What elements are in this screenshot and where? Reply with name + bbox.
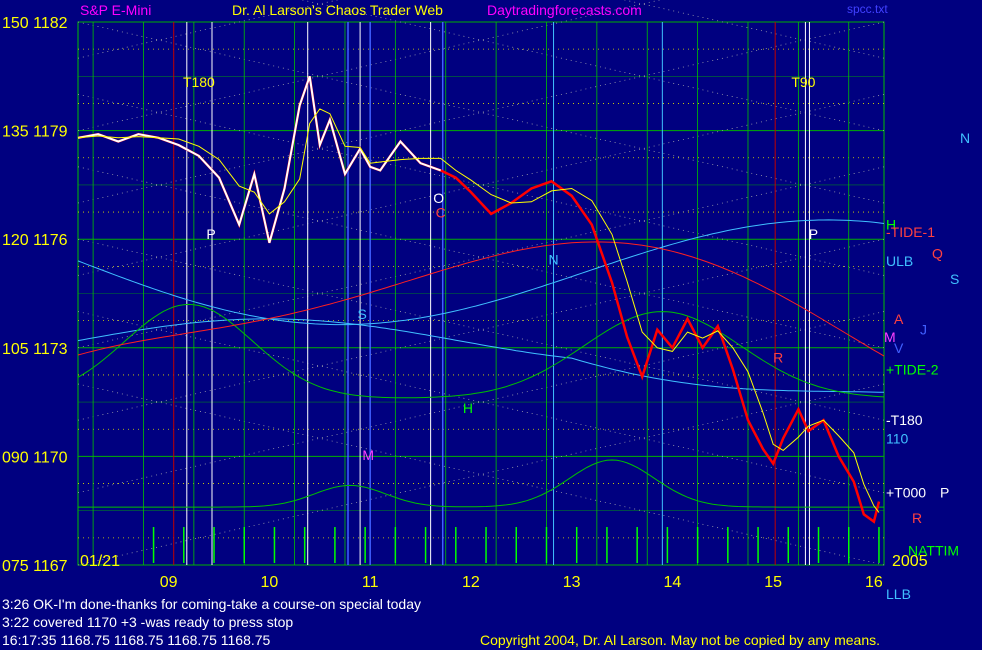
x-tick-label: 11 (362, 574, 379, 591)
x-tick-label: 12 (462, 574, 480, 591)
level-label: 110 (886, 430, 909, 446)
y-tick-label: 120 1176 (2, 232, 68, 249)
price-chart: 150 1182 135 1179 120 1176 105 1173 090 1170… (2, 0, 970, 602)
moving-average-line (77, 108, 880, 513)
x-tick-label: 10 (261, 574, 279, 591)
level-label: +T000 (886, 485, 926, 501)
red-cycle-curve (77, 241, 885, 357)
x-tick-label: 13 (563, 574, 581, 591)
inline-label: N (548, 252, 558, 268)
site-link[interactable]: Daytradingforecasts.com (487, 2, 642, 18)
level-label: +TIDE-2 (886, 362, 939, 378)
copyright-text: Copyright 2004, Dr. Al Larson. May not b… (480, 632, 881, 648)
level-label: J (920, 322, 927, 338)
level-label: LLB (886, 586, 911, 602)
x-tick-label: 15 (764, 574, 782, 591)
y-tick-label: 135 1179 (2, 124, 68, 141)
y-tick-label: 105 1173 (2, 341, 68, 358)
message-3: 16:17:35 1168.75 1168.75 1168.75 1168.75 (2, 632, 271, 648)
diagonal-line (77, 0, 662, 131)
level-label: A (894, 311, 904, 327)
level-label: R (912, 510, 922, 526)
inline-label: M (362, 447, 374, 463)
message-2: 3:22 covered 1170 +3 -was ready to press… (2, 614, 294, 630)
diagonal-line (300, 0, 885, 131)
inline-label: P (206, 226, 215, 242)
message-1: 3:26 OK-I'm done-thanks for coming-take … (2, 596, 421, 612)
inline-label: P (809, 226, 818, 242)
inline-label: H (463, 400, 473, 416)
inline-label: C (436, 204, 446, 220)
level-label: -T180 (886, 412, 923, 428)
x-tick-label: 09 (160, 574, 178, 591)
level-label: N (960, 130, 970, 146)
y-tick-label: 090 1170 (2, 449, 68, 466)
y-tick-label: 075 1167 (2, 558, 68, 575)
y-tick-label: 150 1182 (2, 15, 68, 32)
file-name: spcc.txt (847, 2, 888, 16)
indicator-s-curve (77, 318, 885, 393)
level-label: -TIDE-1 (886, 224, 935, 240)
inline-label: S (357, 306, 366, 322)
level-label: Q (932, 246, 943, 262)
level-label: P (940, 485, 949, 501)
price-line (77, 75, 881, 524)
x-tick-label: 16 (865, 574, 883, 591)
date-label: 01/21 (80, 553, 120, 570)
tide-curve (77, 303, 885, 399)
indicator-ulb-curve (77, 219, 885, 326)
inline-label: R (773, 349, 783, 365)
level-label: NATTIM (908, 543, 959, 559)
inline-label: T90 (791, 74, 815, 90)
level-label: ULB (886, 253, 913, 269)
inline-label: T180 (183, 74, 215, 90)
chart-title: Dr. Al Larson's Chaos Trader Web (232, 2, 443, 18)
level-label: S (950, 271, 959, 287)
x-tick-label: 14 (664, 574, 682, 591)
level-label: V (894, 340, 904, 356)
symbol-label: S&P E-Mini (80, 2, 152, 18)
